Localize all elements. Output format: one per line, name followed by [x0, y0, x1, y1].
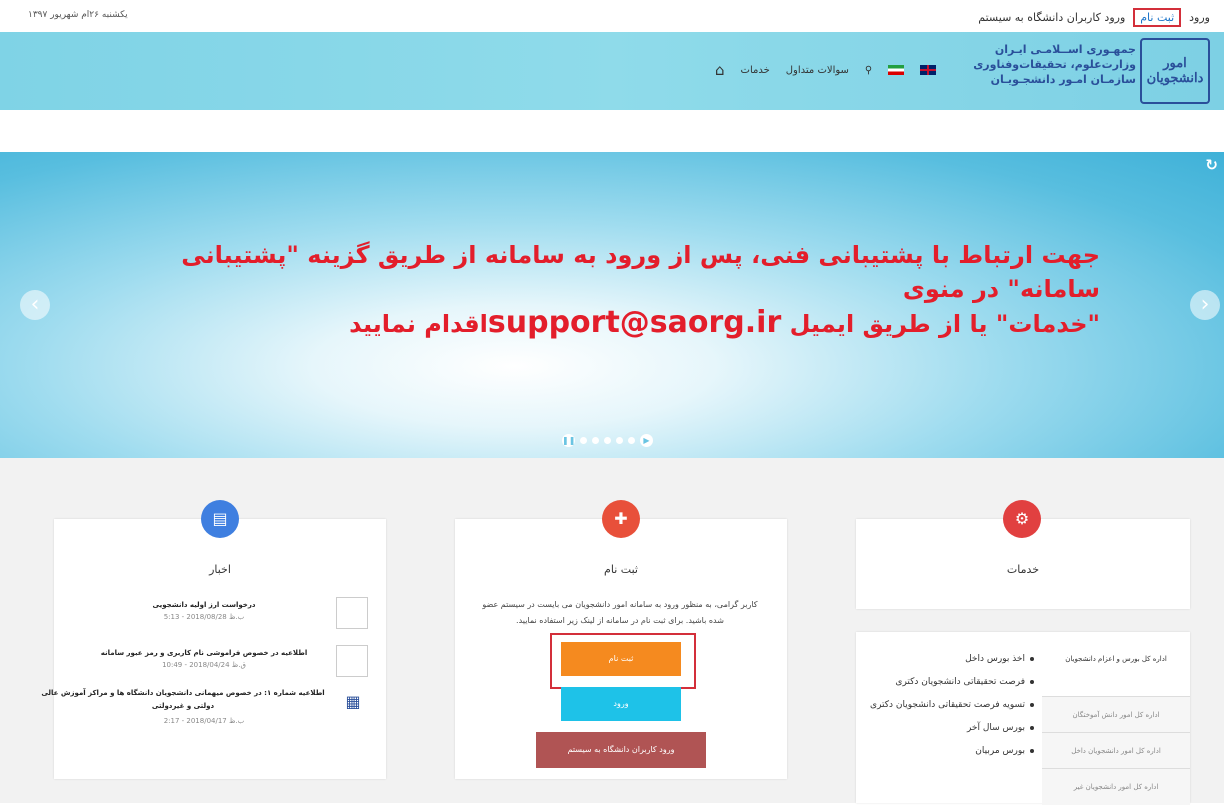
slide-line-2-prefix: "خدمات" یا از طریق ایمیل	[781, 310, 1100, 338]
site-logo[interactable]: امور دانشجویان	[1140, 38, 1210, 104]
uk-flag-icon[interactable]	[920, 65, 937, 75]
slider-dot[interactable]	[580, 437, 587, 444]
slider-dot[interactable]	[616, 437, 623, 444]
bullet-icon	[1030, 702, 1034, 707]
services-list: اخذ بورس داخل فرصت تحقیقاتی دانشجویان دک…	[856, 648, 1034, 763]
list-item[interactable]: ▦ اطلاعیه شماره ۱: در خصوص میهمانی دانشج…	[41, 687, 368, 737]
logo-text: امور دانشجویان	[1146, 56, 1204, 86]
slide-message: جهت ارتباط با پشتیبانی فنی، پس از ورود ب…	[100, 238, 1100, 341]
org-line-1: جمهـوری اســلامـی ایـران	[994, 43, 1136, 56]
list-item[interactable]: اخذ بورس داخل	[856, 648, 1034, 671]
top-links: ورود ثبت نام ورود کاربران دانشگاه به سیس…	[978, 8, 1210, 27]
login-link[interactable]: ورود	[1189, 11, 1210, 24]
org-line-3: سازمـان امـور دانشجـویـان	[990, 73, 1136, 86]
news-item-date: 5:13 - 2018/08/28 ب.ظ	[163, 613, 245, 621]
announcement-slider: ↻ جهت ارتباط با پشتیبانی فنی، پس از ورود…	[0, 152, 1224, 458]
pause-icon[interactable]: ❚❚	[562, 434, 575, 447]
list-item[interactable]: بورس سال آخر	[856, 717, 1034, 740]
current-date: یکشنبه ۲۶ام شهریور ۱۳۹۷	[28, 10, 128, 20]
bullet-icon	[1030, 748, 1034, 753]
service-item-label[interactable]: فرصت تحقیقاتی دانشجویان دکتری	[895, 677, 1025, 687]
site-header: امور دانشجویان جمهـوری اســلامـی ایـران …	[0, 32, 1224, 110]
slide-line-2-suffix: اقدام نمایید	[349, 310, 488, 338]
register-title: ثبت نام	[604, 563, 638, 576]
news-title: اخبار	[209, 563, 231, 576]
news-thumbnail	[336, 597, 368, 629]
news-item-title[interactable]: درخواست ارز اولیه دانشجویی	[84, 599, 324, 612]
add-user-icon: ✚	[602, 500, 640, 538]
service-item-label[interactable]: بورس مربیان	[975, 746, 1025, 756]
slider-prev-icon[interactable]: ‹	[20, 290, 50, 320]
refresh-icon[interactable]: ↻	[1205, 156, 1218, 174]
services-title: خدمات	[1006, 563, 1040, 576]
news-item-date: 2:17 - 2018/04/17 ب.ظ	[163, 717, 245, 725]
list-item[interactable]: اطلاعیه در خصوص فراموشی نام کاربری و رمز…	[52, 645, 368, 679]
news-item-title[interactable]: اطلاعیه شماره ۱: در خصوص میهمانی دانشجوی…	[38, 687, 328, 713]
slider-dot[interactable]	[628, 437, 635, 444]
slider-next-icon[interactable]: ›	[1190, 290, 1220, 320]
news-item-title[interactable]: اطلاعیه در خصوص فراموشی نام کاربری و رمز…	[84, 647, 324, 660]
register-link[interactable]: ثبت نام	[1133, 8, 1182, 27]
bullet-icon	[1030, 725, 1034, 730]
nav-services[interactable]: خدمات	[741, 65, 770, 76]
bullet-icon	[1030, 679, 1034, 684]
service-item-label[interactable]: بورس سال آخر	[967, 723, 1025, 733]
bullet-icon	[1030, 656, 1034, 661]
tab-domestic-students[interactable]: اداره کل امور دانشجویان داخل	[1042, 732, 1190, 769]
slider-dot[interactable]	[592, 437, 599, 444]
org-line-2: وزارت‌علوم، تحقیقات‌وفناوری	[973, 58, 1136, 71]
slide-line-2: "خدمات" یا از طریق ایمیل support@saorg.i…	[100, 306, 1100, 341]
tab-other-students[interactable]: اداره کل امور دانشجویان غیر	[1042, 768, 1190, 805]
top-bar: یکشنبه ۲۶ام شهریور ۱۳۹۷ ورود ثبت نام ورو…	[0, 0, 1224, 32]
list-item[interactable]: درخواست ارز اولیه دانشجویی 5:13 - 2018/0…	[52, 597, 368, 631]
university-login-link[interactable]: ورود کاربران دانشگاه به سیستم	[978, 11, 1125, 24]
news-thumbnail	[336, 645, 368, 677]
news-card: اخبار درخواست ارز اولیه دانشجویی 5:13 - …	[41, 519, 386, 779]
university-login-button[interactable]: ورود کاربران دانشگاه به سیستم	[536, 732, 706, 768]
tab-graduates[interactable]: اداره کل امور دانش آموختگان	[1042, 696, 1190, 733]
slider-dot[interactable]	[604, 437, 611, 444]
play-icon[interactable]: ▶	[640, 434, 653, 447]
news-thumbnail: ▦	[338, 687, 368, 717]
list-item[interactable]: تسویه فرصت تحقیقاتی دانشجویان دکتری	[856, 694, 1034, 717]
news-icon: ▤	[201, 500, 239, 538]
support-email: support@saorg.ir	[487, 305, 782, 340]
login-button[interactable]: ورود	[561, 687, 681, 721]
tab-scholarship[interactable]: اداره کل بورس و اعزام دانشجویان	[1042, 640, 1190, 696]
search-icon[interactable]: ⚲	[865, 65, 872, 76]
main-nav: ⌂ خدمات سوالات متداول ⚲	[715, 60, 937, 80]
org-name: جمهـوری اســلامـی ایـران وزارت‌علوم، تحق…	[966, 42, 1136, 87]
service-item-label[interactable]: تسویه فرصت تحقیقاتی دانشجویان دکتری	[870, 700, 1025, 710]
slide-line-1: جهت ارتباط با پشتیبانی فنی، پس از ورود ب…	[181, 241, 1100, 303]
home-icon[interactable]: ⌂	[715, 61, 725, 79]
register-description: کاربر گرامی، به منظور ورود به سامانه امو…	[482, 600, 758, 625]
news-item-date: 10:49 - 2018/04/24 ق.ظ	[162, 661, 246, 669]
nav-faq[interactable]: سوالات متداول	[786, 65, 849, 76]
list-item[interactable]: بورس مربیان	[856, 740, 1034, 763]
register-button[interactable]: ثبت نام	[561, 642, 681, 676]
iran-flag-icon[interactable]	[888, 65, 905, 75]
service-item-label[interactable]: اخذ بورس داخل	[965, 654, 1025, 664]
list-item[interactable]: فرصت تحقیقاتی دانشجویان دکتری	[856, 671, 1034, 694]
slider-dots: ❚❚ ▶	[562, 434, 653, 447]
gear-icon: ⚙	[1003, 500, 1041, 538]
